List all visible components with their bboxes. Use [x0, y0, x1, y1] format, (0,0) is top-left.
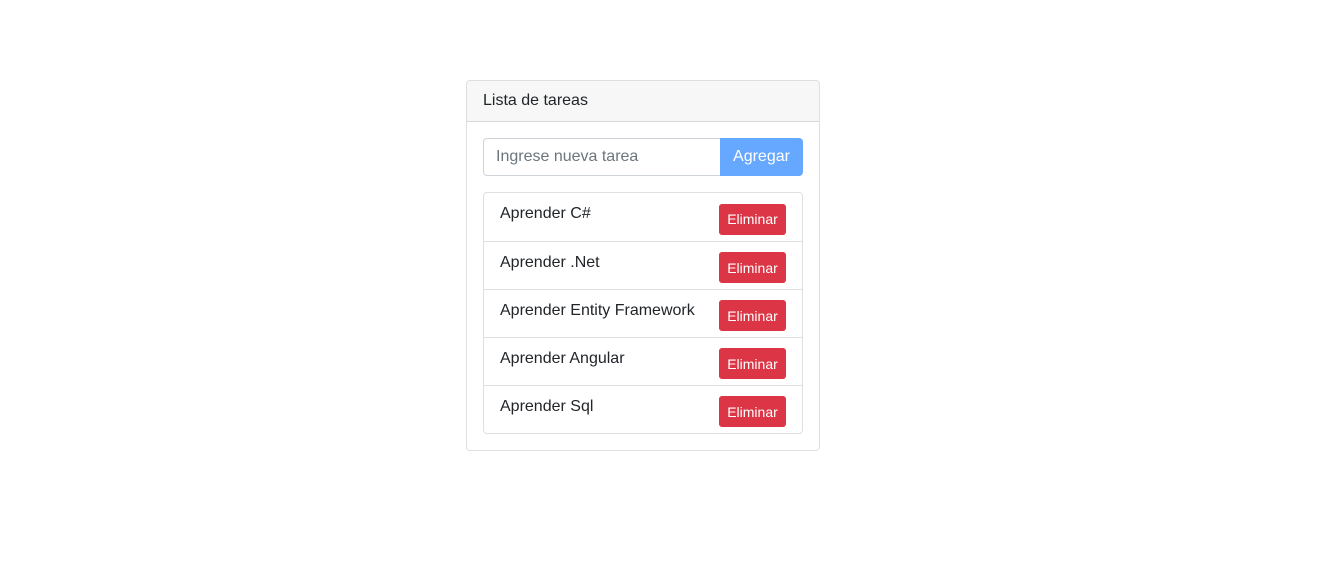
card-header: Lista de tareas — [467, 81, 819, 122]
new-task-form: Agregar — [483, 138, 803, 176]
task-text: Aprender Sql — [500, 397, 594, 415]
task-item: Aprender C# Eliminar — [484, 193, 802, 241]
task-item: Aprender .Net Eliminar — [484, 241, 802, 289]
task-text: Aprender C# — [500, 205, 591, 222]
delete-task-button[interactable]: Eliminar — [719, 300, 786, 331]
card-title: Lista de tareas — [483, 92, 588, 109]
task-item: Aprender Entity Framework Eliminar — [484, 289, 802, 337]
task-item: Aprender Sql Eliminar — [484, 385, 802, 433]
delete-task-button[interactable]: Eliminar — [719, 203, 786, 235]
task-text: Aprender Angular — [500, 349, 625, 367]
delete-task-button[interactable]: Eliminar — [719, 396, 786, 427]
task-item: Aprender Angular Eliminar — [484, 337, 802, 385]
delete-task-button[interactable]: Eliminar — [719, 252, 786, 283]
task-text: Aprender .Net — [500, 253, 600, 271]
card-body: Agregar Aprender C# Eliminar Aprender .N… — [467, 122, 819, 450]
task-list: Aprender C# Eliminar Aprender .Net Elimi… — [483, 192, 803, 434]
delete-task-button[interactable]: Eliminar — [719, 348, 786, 379]
task-text: Aprender Entity Framework — [500, 301, 695, 319]
new-task-input[interactable] — [483, 138, 720, 176]
add-task-button[interactable]: Agregar — [720, 138, 803, 176]
task-list-card: Lista de tareas Agregar Aprender C# Elim… — [466, 80, 820, 451]
